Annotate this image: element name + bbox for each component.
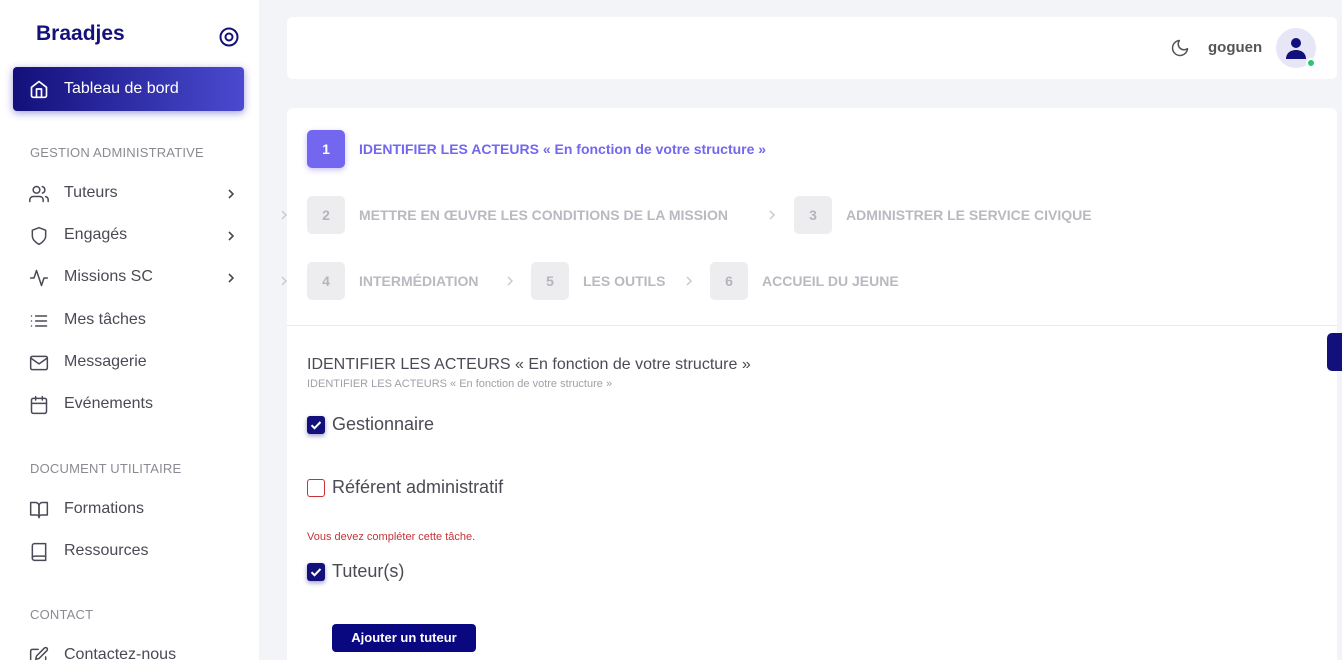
step-label: ACCUEIL DU JEUNE: [762, 273, 899, 289]
sidebar: Braadjes Tableau de bord GESTION ADMINIS…: [0, 0, 259, 660]
gestionnaire-label[interactable]: Gestionnaire: [332, 414, 434, 435]
step-label: ADMINISTRER LE SERVICE CIVIQUE: [846, 207, 1092, 223]
calendar-icon: [30, 395, 48, 415]
chevron-right-icon: [228, 231, 235, 241]
sidebar-item-contactez-nous[interactable]: Contactez-nous: [0, 636, 259, 660]
step-label: METTRE EN ŒUVRE LES CONDITIONS DE LA MIS…: [359, 207, 728, 223]
sidebar-item-label: Contactez-nous: [64, 646, 177, 660]
sidebar-item-tableau-de-bord[interactable]: Tableau de bord: [13, 67, 244, 111]
sidebar-item-ressources[interactable]: Ressources: [0, 532, 259, 572]
tuteurs-checkbox[interactable]: [307, 563, 325, 581]
customizer-toggle[interactable]: [1327, 333, 1342, 371]
wizard-card: 1 IDENTIFIER LES ACTEURS « En fonction d…: [281, 108, 1337, 660]
mail-icon: [29, 355, 49, 371]
section-title: DOCUMENT UTILITAIRE: [30, 461, 182, 476]
chevron-right-icon: [686, 276, 692, 286]
referent-administratif-label[interactable]: Référent administratif: [332, 477, 503, 498]
sidebar-item-label: Formations: [64, 500, 145, 517]
user-icon: [1286, 38, 1306, 59]
chevron-right-icon: [281, 210, 287, 220]
sidebar-item-tuteurs[interactable]: Tuteurs: [0, 174, 259, 214]
users-icon: [29, 185, 49, 203]
step-label: LES OUTILS: [583, 273, 666, 289]
sidebar-item-label: Engagés: [64, 226, 128, 243]
chevron-right-icon: [507, 276, 513, 286]
activity-icon: [29, 269, 49, 287]
sidebar-item-label: Evénements: [64, 395, 153, 412]
chevron-right-icon: [281, 276, 287, 286]
book-icon: [31, 542, 47, 562]
sidebar-item-messagerie[interactable]: Messagerie: [0, 343, 259, 383]
chevron-right-icon: [769, 210, 775, 220]
sidebar-item-engages[interactable]: Engagés: [0, 216, 259, 256]
section-title: CONTACT: [30, 607, 94, 622]
sidebar-toggle-icon[interactable]: [219, 27, 239, 47]
sidebar-item-label: Messagerie: [64, 353, 147, 370]
moon-icon[interactable]: [1170, 38, 1190, 58]
sidebar-item-formations[interactable]: Formations: [0, 490, 259, 530]
step-label: IDENTIFIER LES ACTEURS « En fonction de …: [359, 141, 767, 157]
step-number: 3: [794, 196, 832, 234]
list-icon: [30, 315, 48, 327]
add-tutor-button[interactable]: Ajouter un tuteur: [332, 624, 476, 652]
username[interactable]: goguen: [1208, 39, 1262, 56]
sidebar-item-label: Missions SC: [64, 268, 153, 285]
sidebar-item-missions-sc[interactable]: Missions SC: [0, 258, 259, 298]
top-navbar: goguen: [287, 17, 1337, 79]
home-icon: [30, 80, 48, 99]
sidebar-item-mes-taches[interactable]: Mes tâches: [0, 301, 259, 341]
sidebar-item-label: Ressources: [64, 542, 149, 559]
check-icon: [310, 568, 322, 577]
step-number: 5: [531, 262, 569, 300]
edit-icon: [29, 646, 49, 660]
step-number: 2: [307, 196, 345, 234]
section-title: GESTION ADMINISTRATIVE: [30, 145, 204, 160]
check-icon: [310, 421, 322, 430]
book-open-icon: [29, 501, 49, 519]
gestionnaire-checkbox[interactable]: [307, 416, 325, 434]
step-number: 4: [307, 262, 345, 300]
section-subheading: IDENTIFIER LES ACTEURS « En fonction de …: [307, 378, 613, 390]
referent-administratif-checkbox[interactable]: [307, 479, 325, 497]
section-heading: IDENTIFIER LES ACTEURS « En fonction de …: [307, 356, 751, 373]
step-number: 6: [710, 262, 748, 300]
brand-logo[interactable]: Braadjes: [36, 22, 125, 46]
sidebar-item-evenements[interactable]: Evénements: [0, 385, 259, 425]
step-number: 1: [307, 130, 345, 168]
divider: [287, 325, 1337, 326]
sidebar-item-label: Mes tâches: [64, 311, 146, 328]
sidebar-item-label: Tuteurs: [64, 184, 118, 201]
sidebar-item-label: Tableau de bord: [64, 80, 179, 97]
tuteurs-label[interactable]: Tuteur(s): [332, 561, 404, 582]
validation-error: Vous devez compléter cette tâche.: [307, 531, 476, 543]
chevron-right-icon: [228, 189, 235, 199]
online-status-dot: [1306, 58, 1316, 68]
step-label: INTERMÉDIATION: [359, 273, 479, 289]
chevron-right-icon: [228, 273, 235, 283]
shield-icon: [31, 226, 47, 246]
